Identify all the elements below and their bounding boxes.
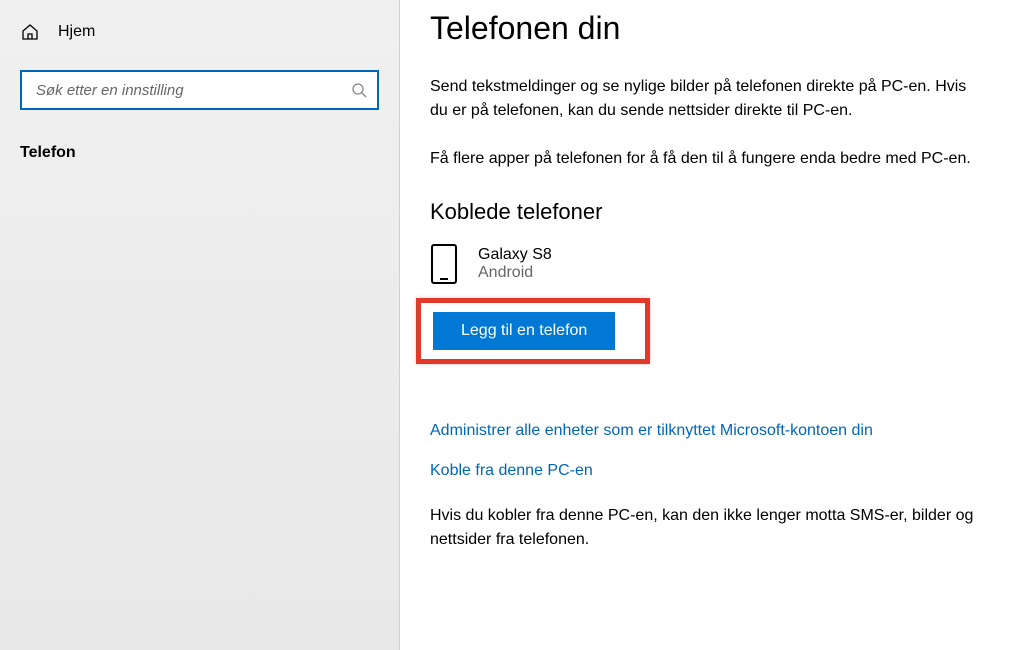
sidebar: Hjem Telefon [0,0,400,650]
device-type: Android [478,264,552,282]
phone-icon [430,243,458,285]
linked-phones-heading: Koblede telefoner [430,199,981,225]
home-nav[interactable]: Hjem [0,22,399,70]
intro-paragraph-2: Få flere apper på telefonen for å få den… [430,147,981,171]
search-box[interactable] [20,70,379,110]
unlink-description: Hvis du kobler fra denne PC-en, kan den … [430,504,981,552]
highlight-box: Legg til en telefon [416,298,650,364]
home-icon [20,22,40,42]
sidebar-item-label: Telefon [20,144,76,161]
sidebar-item-telefon[interactable]: Telefon [0,132,399,174]
unlink-pc-link[interactable]: Koble fra denne PC-en [430,462,981,480]
main-content: Telefonen din Send tekstmeldinger og se … [400,0,1021,650]
device-row: Galaxy S8 Android [430,243,981,285]
manage-devices-link[interactable]: Administrer alle enheter som er tilknytt… [430,422,981,440]
device-name: Galaxy S8 [478,246,552,264]
search-icon [351,82,367,98]
home-label: Hjem [58,23,95,41]
intro-paragraph-1: Send tekstmeldinger og se nylige bilder … [430,75,981,123]
add-phone-button[interactable]: Legg til en telefon [433,312,615,350]
page-title: Telefonen din [430,10,981,47]
search-input[interactable] [36,82,351,99]
device-info: Galaxy S8 Android [478,246,552,282]
